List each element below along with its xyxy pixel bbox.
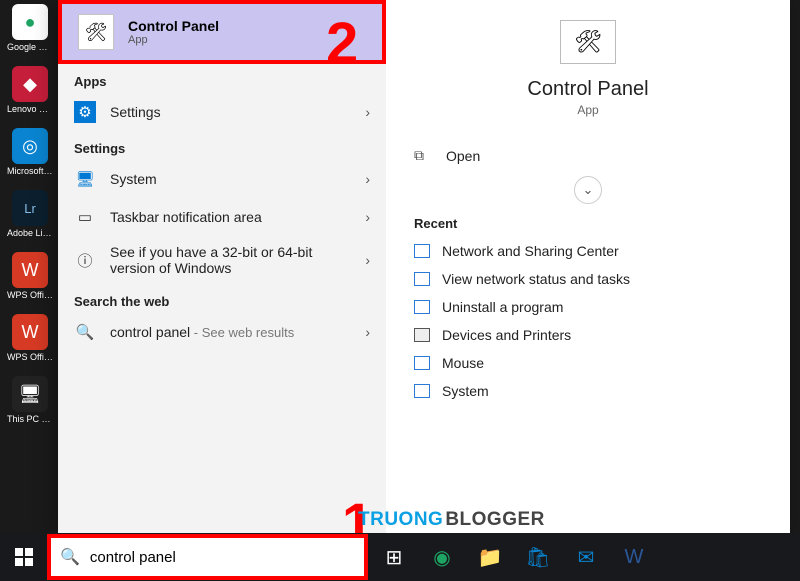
- result-label: control panel - See web results: [110, 324, 351, 340]
- task-view-button[interactable]: ⊞: [371, 533, 417, 581]
- search-icon: 🔍: [60, 547, 80, 567]
- taskbar-pinned: ⊞ ◉ 📁 🛍 ✉ W: [365, 533, 657, 581]
- recent-item[interactable]: Devices and Printers: [412, 321, 764, 349]
- web-suffix: - See web results: [190, 325, 294, 340]
- taskbar: 🔍 ⊞ ◉ 📁 🛍 ✉ W: [0, 533, 800, 581]
- desktop-label: Microsoft Edge: [7, 166, 53, 176]
- recent-item[interactable]: Network and Sharing Center: [412, 237, 764, 265]
- results-left-pane: 🛠 Control Panel App Apps ⚙ Settings › Se…: [58, 0, 386, 533]
- cpl-icon: [414, 244, 430, 258]
- desktop-label: Lenovo Diagn…: [7, 104, 53, 114]
- taskbar-icon: ▭: [74, 206, 96, 228]
- preview-title: Control Panel: [412, 78, 764, 101]
- monitor-icon: 🖥: [74, 168, 96, 190]
- desktop-icon[interactable]: Lr Adobe Lightro…: [7, 190, 53, 238]
- recent-item[interactable]: Uninstall a program: [412, 293, 764, 321]
- recent-label: Devices and Printers: [442, 327, 571, 343]
- desktop-label: WPS Office: [7, 290, 53, 300]
- printer-icon: [414, 328, 430, 342]
- expand-actions-button[interactable]: ⌄: [574, 176, 602, 204]
- result-settings[interactable]: ⚙ Settings ›: [58, 93, 386, 131]
- section-header-web: Search the web: [58, 284, 386, 313]
- cpl-icon: [414, 272, 430, 286]
- recent-item[interactable]: Mouse: [412, 349, 764, 377]
- recent-label: Uninstall a program: [442, 299, 563, 315]
- desktop-icon[interactable]: ● Google Chrome: [7, 4, 53, 52]
- result-taskbar-notification[interactable]: ▭ Taskbar notification area ›: [58, 198, 386, 236]
- control-panel-icon: 🛠: [78, 14, 114, 50]
- open-icon: ⧉: [414, 147, 432, 164]
- taskbar-chrome[interactable]: ◉: [419, 533, 465, 581]
- preview-subtitle: App: [412, 103, 764, 117]
- open-action[interactable]: ⧉ Open: [412, 139, 764, 172]
- recent-label: Network and Sharing Center: [442, 243, 619, 259]
- cpl-icon: [414, 384, 430, 398]
- chevron-right-icon: ›: [365, 104, 370, 120]
- recent-header: Recent: [412, 212, 764, 237]
- desktop-icon[interactable]: 🖥 This PC Short…: [7, 376, 53, 424]
- chevron-right-icon: ›: [365, 252, 370, 268]
- taskbar-search-container: 🔍: [50, 537, 365, 577]
- recent-item[interactable]: View network status and tasks: [412, 265, 764, 293]
- result-label: Taskbar notification area: [110, 209, 351, 225]
- search-icon: 🔍: [74, 321, 96, 343]
- desktop-label: WPS Office: [7, 352, 53, 362]
- recent-label: System: [442, 383, 489, 399]
- desktop-label: Google Chrome: [7, 42, 53, 52]
- watermark-a: TRUONG: [358, 509, 443, 531]
- desktop-icon[interactable]: ◆ Lenovo Diagn…: [7, 66, 53, 114]
- windows-logo-icon: [15, 548, 33, 566]
- result-label: Settings: [110, 104, 351, 120]
- best-match-subtitle: App: [128, 34, 219, 46]
- search-results-flyout: 🛠 Control Panel App Apps ⚙ Settings › Se…: [58, 0, 790, 533]
- recent-label: Mouse: [442, 355, 484, 371]
- cpl-icon: [414, 356, 430, 370]
- taskbar-store[interactable]: 🛍: [515, 533, 561, 581]
- preview-pane: 🛠 Control Panel App ⧉ Open ⌄ Recent Netw…: [386, 0, 790, 533]
- desktop-icon[interactable]: W WPS Office: [7, 314, 53, 362]
- taskbar-mail[interactable]: ✉: [563, 533, 609, 581]
- chevron-right-icon: ›: [365, 171, 370, 187]
- control-panel-icon: 🛠: [560, 20, 616, 64]
- start-button[interactable]: [0, 533, 48, 581]
- search-box[interactable]: 🔍: [50, 537, 365, 577]
- watermark-b: BLOGGER: [445, 509, 545, 531]
- cpl-icon: [414, 300, 430, 314]
- result-label: See if you have a 32-bit or 64-bit versi…: [110, 244, 351, 276]
- desktop-icon[interactable]: ◎ Microsoft Edge: [7, 128, 53, 176]
- gear-icon: ⚙: [74, 101, 96, 123]
- recent-item[interactable]: System: [412, 377, 764, 405]
- search-input[interactable]: [90, 549, 355, 566]
- taskbar-word[interactable]: W: [611, 533, 657, 581]
- desktop-icon[interactable]: W WPS Office: [7, 252, 53, 300]
- open-label: Open: [446, 148, 480, 164]
- chevron-right-icon: ›: [365, 209, 370, 225]
- desktop-label: This PC Short…: [7, 414, 53, 424]
- section-header-settings: Settings: [58, 131, 386, 160]
- watermark: TRUONGBLOGGER: [358, 509, 545, 531]
- result-web-search[interactable]: 🔍 control panel - See web results ›: [58, 313, 386, 351]
- desktop-icons: ● Google Chrome ◆ Lenovo Diagn… ◎ Micros…: [0, 0, 60, 533]
- result-label: System: [110, 171, 351, 187]
- web-query: control panel: [110, 324, 190, 340]
- info-icon: ⓘ: [74, 249, 96, 271]
- desktop-label: Adobe Lightro…: [7, 228, 53, 238]
- chevron-right-icon: ›: [365, 324, 370, 340]
- best-match-title: Control Panel: [128, 18, 219, 34]
- recent-label: View network status and tasks: [442, 271, 630, 287]
- taskbar-explorer[interactable]: 📁: [467, 533, 513, 581]
- result-bit-version[interactable]: ⓘ See if you have a 32-bit or 64-bit ver…: [58, 236, 386, 284]
- annotation-2: 2: [326, 10, 358, 77]
- result-system[interactable]: 🖥 System ›: [58, 160, 386, 198]
